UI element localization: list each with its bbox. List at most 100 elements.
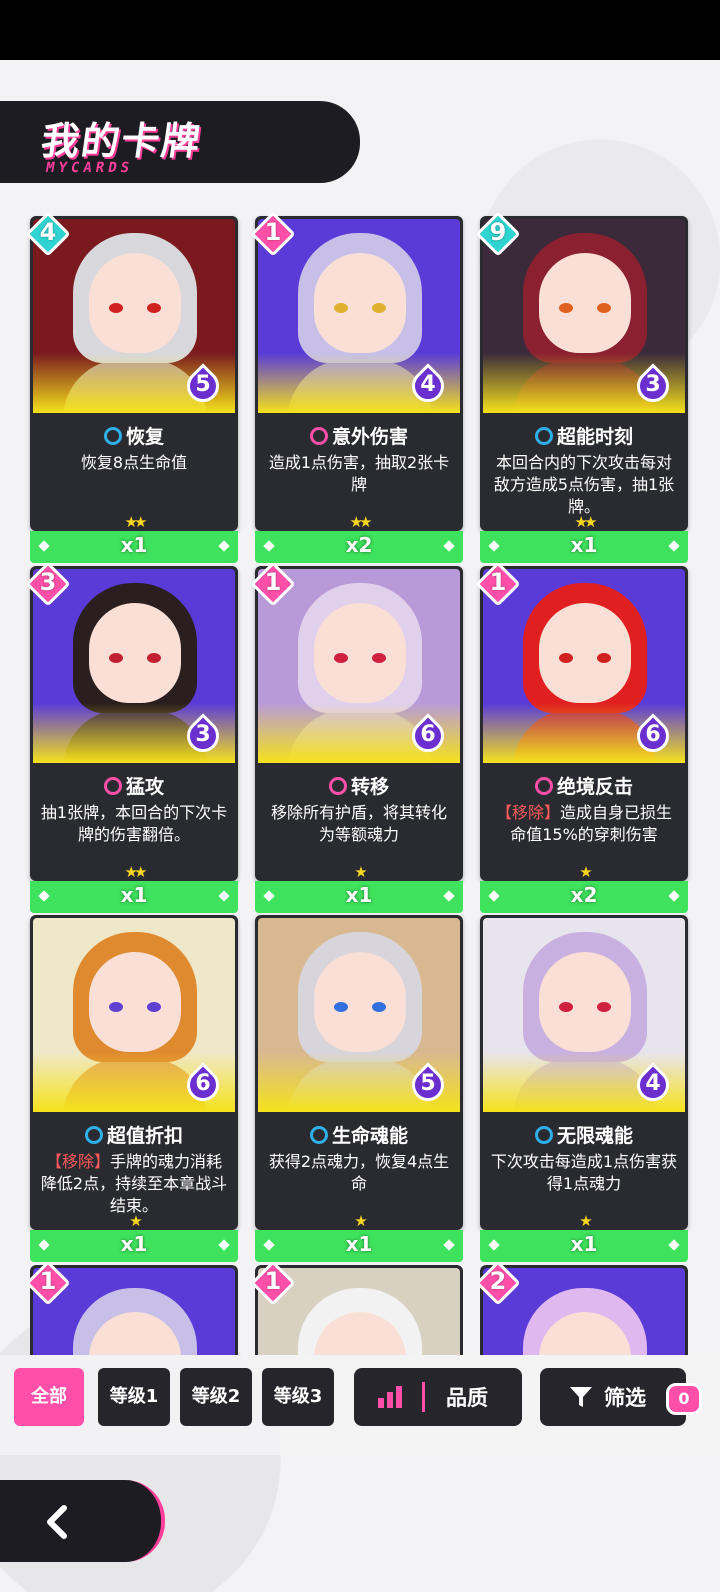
mana-drop-icon: 5 bbox=[405, 1062, 451, 1108]
card[interactable]: 1 bbox=[255, 1265, 463, 1355]
star-rating: ★★ bbox=[124, 863, 148, 881]
card[interactable]: 1 bbox=[30, 1265, 238, 1355]
character-eye bbox=[334, 653, 348, 663]
card-body: 3 超能时刻 本回合内的下次攻击每对敌方造成5点伤害，抽1张牌。 ★★ bbox=[480, 216, 688, 531]
character-eye bbox=[109, 303, 123, 313]
card[interactable]: 6 超值折扣 【移除】手牌的魂力消耗降低2点，持续至本章战斗结束。 ★ x1 bbox=[30, 915, 238, 1262]
card-body: 3 猛攻 抽1张牌，本回合的下次卡牌的伤害翻倍。 ★★ bbox=[30, 566, 238, 881]
mana-drop-icon: 4 bbox=[405, 363, 451, 409]
mana-value: 6 bbox=[420, 722, 436, 747]
card-count-bar: x2 bbox=[255, 531, 463, 563]
card-description: 移除所有护盾，将其转化为等额魂力 bbox=[265, 802, 453, 846]
mana-drop-icon: 3 bbox=[630, 363, 676, 409]
character-eye bbox=[597, 653, 611, 663]
character-face bbox=[539, 603, 631, 703]
cost-gem-icon: 9 bbox=[475, 211, 521, 257]
character-eye bbox=[597, 303, 611, 313]
card-count: x1 bbox=[570, 533, 598, 557]
card-name: 生命魂能 bbox=[255, 1121, 463, 1148]
card-description-text: 移除所有护盾，将其转化为等额魂力 bbox=[270, 803, 447, 844]
cost-gem-icon: 1 bbox=[30, 1265, 71, 1306]
mana-value: 6 bbox=[645, 722, 661, 747]
card-description: 【移除】造成自身已损生命值15%的穿刺伤害 bbox=[490, 802, 678, 846]
cost-gem-icon: 1 bbox=[250, 211, 296, 257]
card-count-bar: x1 bbox=[30, 1230, 238, 1262]
character-eye bbox=[559, 303, 573, 313]
card-name: 超能时刻 bbox=[480, 422, 688, 449]
card-body: 6 转移 移除所有护盾，将其转化为等额魂力 ★ bbox=[255, 566, 463, 881]
filter-button[interactable]: 筛选 bbox=[540, 1368, 686, 1426]
card-count-bar: x2 bbox=[480, 881, 688, 913]
mana-drop-icon: 3 bbox=[180, 713, 226, 759]
card[interactable]: 3 猛攻 抽1张牌，本回合的下次卡牌的伤害翻倍。 ★★ x1 3 bbox=[25, 561, 238, 913]
card-name-text: 生命魂能 bbox=[331, 1125, 408, 1147]
filter-level3-button[interactable]: 等级3 bbox=[262, 1368, 334, 1426]
remove-tag: 【移除】 bbox=[495, 803, 560, 822]
card-name-text: 意外伤害 bbox=[331, 426, 408, 448]
mana-value: 6 bbox=[195, 1071, 211, 1096]
card-body: 6 绝境反击 【移除】造成自身已损生命值15%的穿刺伤害 ★ bbox=[480, 566, 688, 881]
cost-value: 1 bbox=[489, 568, 507, 596]
card-name: 恢复 bbox=[30, 422, 238, 449]
character-face bbox=[89, 952, 181, 1052]
card[interactable]: 2 bbox=[480, 1265, 688, 1355]
card-count-bar: x1 bbox=[30, 881, 238, 913]
character-face bbox=[89, 603, 181, 703]
character-eye bbox=[147, 1002, 161, 1012]
card-description: 造成1点伤害，抽取2张卡牌 bbox=[265, 452, 453, 496]
card[interactable]: 5 生命魂能 获得2点魂力，恢复4点生命 ★ x1 bbox=[255, 915, 463, 1262]
card[interactable]: 4 无限魂能 下次攻击每造成1点伤害获得1点魂力 ★ x1 bbox=[480, 915, 688, 1262]
card-type-icon bbox=[309, 1126, 328, 1144]
cost-gem-icon: 1 bbox=[255, 1265, 296, 1306]
cost-gem-icon: 1 bbox=[250, 561, 296, 607]
card-name-text: 超能时刻 bbox=[556, 426, 633, 448]
card-name-text: 转移 bbox=[350, 776, 389, 798]
bar-chart-icon bbox=[376, 1384, 404, 1410]
quality-label: 品质 bbox=[446, 1386, 488, 1410]
card-type-icon bbox=[309, 427, 328, 445]
character-eye bbox=[597, 1002, 611, 1012]
filter-all-button[interactable]: 全部 bbox=[14, 1368, 84, 1426]
card[interactable]: 4 意外伤害 造成1点伤害，抽取2张卡牌 ★★ x2 1 bbox=[250, 211, 463, 563]
star-rating: ★★ bbox=[349, 513, 373, 531]
cost-gem-icon: 3 bbox=[25, 561, 71, 607]
character-eye bbox=[559, 1002, 573, 1012]
card-count: x2 bbox=[345, 533, 373, 557]
card[interactable]: 5 恢复 恢复8点生命值 ★★ x1 4 bbox=[25, 211, 238, 563]
funnel-icon bbox=[568, 1384, 594, 1410]
filter-level1-button[interactable]: 等级1 bbox=[98, 1368, 170, 1426]
card-count-bar: x1 bbox=[480, 531, 688, 563]
card[interactable]: 6 转移 移除所有护盾，将其转化为等额魂力 ★ x1 1 bbox=[250, 561, 463, 913]
card-type-icon bbox=[103, 777, 122, 795]
card-description-text: 获得2点魂力，恢复4点生命 bbox=[268, 1152, 450, 1193]
filter-label: 筛选 bbox=[604, 1386, 646, 1410]
card-description-text: 下次攻击每造成1点伤害获得1点魂力 bbox=[490, 1152, 678, 1193]
star-rating: ★ bbox=[129, 1212, 142, 1230]
card-name: 猛攻 bbox=[30, 772, 238, 799]
chevron-left-icon bbox=[38, 1502, 78, 1542]
card-description-text: 抽1张牌，本回合的下次卡牌的伤害翻倍。 bbox=[40, 803, 228, 844]
filter-level2-button[interactable]: 等级2 bbox=[180, 1368, 252, 1426]
card-count: x1 bbox=[120, 533, 148, 557]
cost-value: 1 bbox=[39, 1267, 57, 1295]
card-name-text: 绝境反击 bbox=[556, 776, 633, 798]
card-count-bar: x1 bbox=[30, 531, 238, 563]
card-description: 【移除】手牌的魂力消耗降低2点，持续至本章战斗结束。 bbox=[40, 1151, 228, 1217]
back-button[interactable] bbox=[0, 1480, 165, 1562]
cost-value: 2 bbox=[489, 1267, 507, 1295]
cost-value: 1 bbox=[264, 218, 282, 246]
character-face bbox=[314, 603, 406, 703]
card-description-text: 本回合内的下次攻击每对敌方造成5点伤害，抽1张牌。 bbox=[493, 453, 675, 516]
card-name: 意外伤害 bbox=[255, 422, 463, 449]
card-body: 4 意外伤害 造成1点伤害，抽取2张卡牌 ★★ bbox=[255, 216, 463, 531]
quality-sort-button[interactable]: 品质 bbox=[354, 1368, 522, 1426]
card[interactable]: 3 超能时刻 本回合内的下次攻击每对敌方造成5点伤害，抽1张牌。 ★★ x1 9 bbox=[475, 211, 688, 563]
card-type-icon bbox=[103, 427, 122, 445]
card-count: x1 bbox=[120, 1232, 148, 1256]
mana-value: 5 bbox=[195, 372, 211, 397]
card-count: x1 bbox=[570, 1232, 598, 1256]
character-eye bbox=[109, 1002, 123, 1012]
character-eye bbox=[109, 653, 123, 663]
card-type-icon bbox=[534, 1126, 553, 1144]
card[interactable]: 6 绝境反击 【移除】造成自身已损生命值15%的穿刺伤害 ★ x2 1 bbox=[475, 561, 688, 913]
